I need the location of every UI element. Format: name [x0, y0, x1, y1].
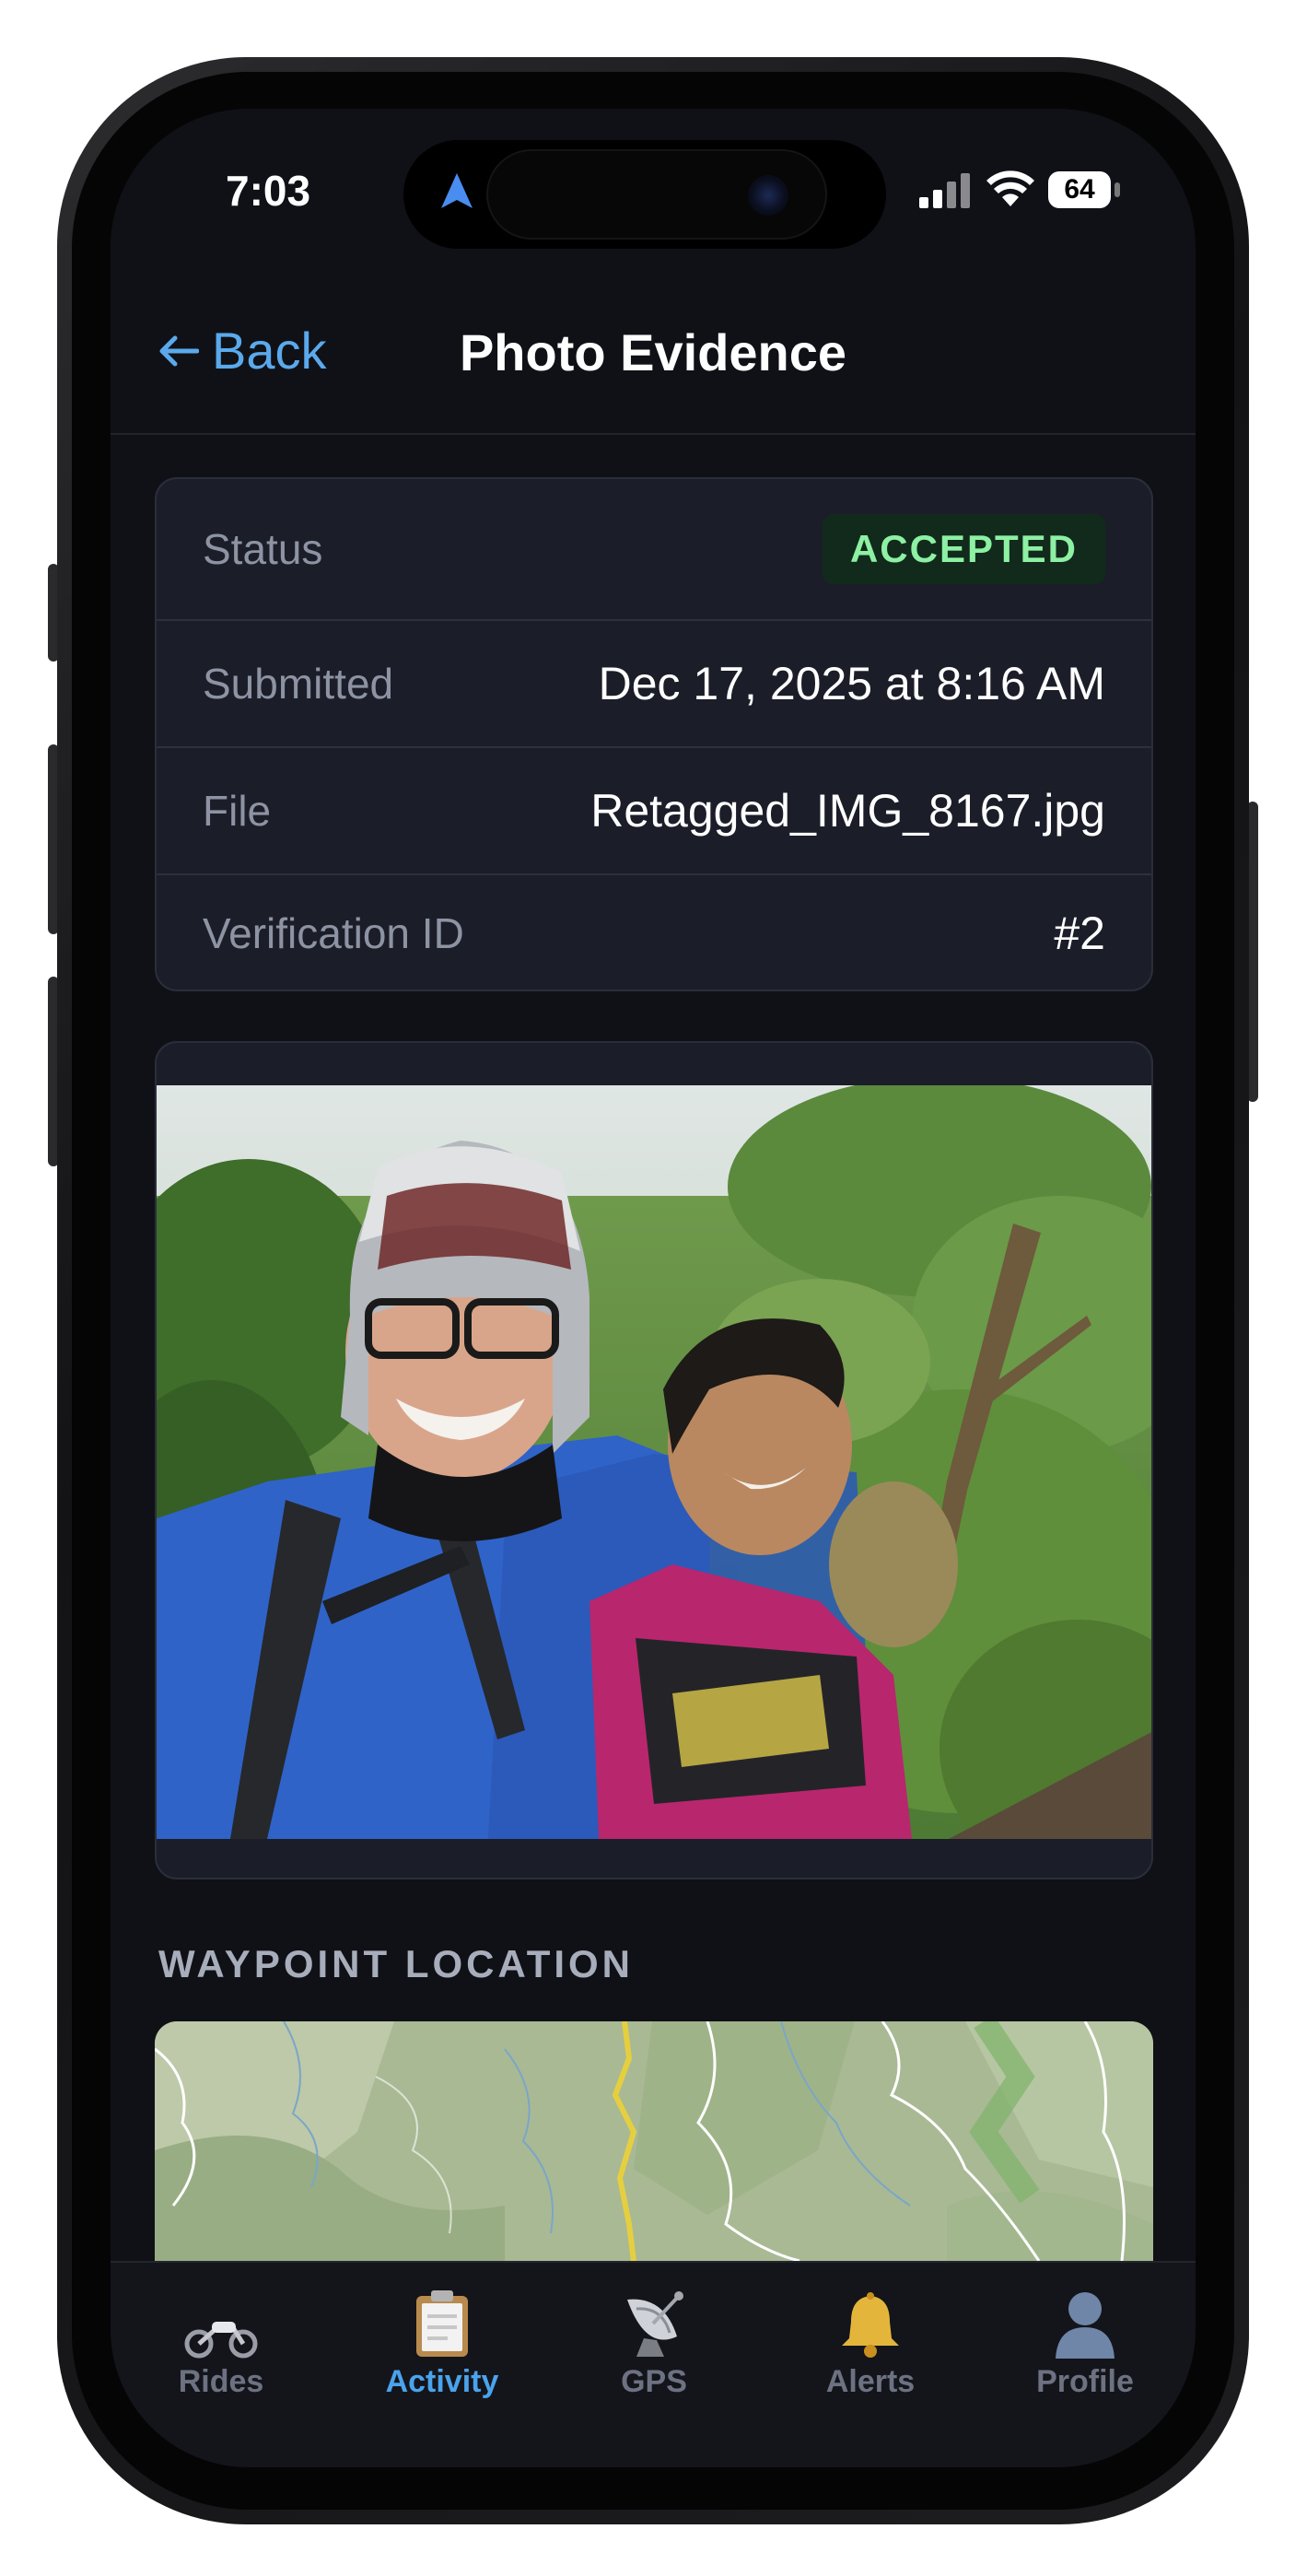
status-label: Status [203, 525, 323, 573]
photo-card [155, 1041, 1153, 1879]
evidence-details-card: Status ACCEPTED Submitted Dec 17, 2025 a… [155, 477, 1153, 991]
tab-label: Alerts [825, 2364, 916, 2399]
screen: 7:03 64 Back Photo Evidence Status ACCEP… [111, 109, 1196, 2467]
submitted-value: Dec 17, 2025 at 8:16 AM [598, 658, 1105, 709]
waypoint-map[interactable] [155, 2021, 1153, 2261]
tab-alerts[interactable]: Alerts [778, 2283, 963, 2400]
photo-icon [157, 1085, 1151, 1839]
cellular-signal-icon [919, 173, 970, 208]
tab-bar: Rides Activity GPS Alerts Profile [111, 2261, 1196, 2467]
waypoint-section-title: WAYPOINT LOCATION [158, 1942, 635, 1985]
status-row: Status ACCEPTED [157, 479, 1151, 619]
nav-divider [111, 433, 1196, 435]
submitted-row: Submitted Dec 17, 2025 at 8:16 AM [157, 621, 1151, 746]
battery-indicator: 64 [1048, 171, 1111, 208]
battery-tip [1114, 182, 1120, 197]
tab-rides[interactable]: Rides [129, 2283, 313, 2400]
location-arrow-icon [441, 173, 473, 208]
tab-label: Profile [1036, 2364, 1134, 2399]
person-icon [1056, 2292, 1114, 2359]
verification-label: Verification ID [203, 909, 464, 957]
motorcycle-icon [184, 2322, 258, 2359]
bell-icon [842, 2292, 899, 2358]
page-title: Photo Evidence [459, 323, 847, 381]
clipboard-icon [416, 2290, 468, 2357]
submitted-label: Submitted [203, 660, 394, 708]
verification-value: #2 [1054, 907, 1105, 959]
tab-profile[interactable]: Profile [993, 2283, 1177, 2400]
map-tiles [155, 2021, 1153, 2261]
tab-label: Rides [178, 2364, 264, 2399]
file-row: File Retagged_IMG_8167.jpg [157, 748, 1151, 873]
status-time: 7:03 [226, 167, 311, 215]
front-camera [748, 175, 788, 216]
tab-gps[interactable]: GPS [562, 2283, 746, 2400]
satellite-dish-icon [627, 2291, 683, 2357]
tab-activity[interactable]: Activity [350, 2283, 534, 2400]
wifi-icon [986, 170, 1034, 206]
verification-row: Verification ID #2 [157, 875, 1151, 989]
tab-label: GPS [621, 2364, 687, 2399]
evidence-photo[interactable] [157, 1085, 1151, 1839]
status-badge: ACCEPTED [822, 514, 1105, 584]
file-value: Retagged_IMG_8167.jpg [590, 785, 1105, 837]
tab-label: Activity [385, 2364, 499, 2399]
file-label: File [203, 787, 272, 835]
